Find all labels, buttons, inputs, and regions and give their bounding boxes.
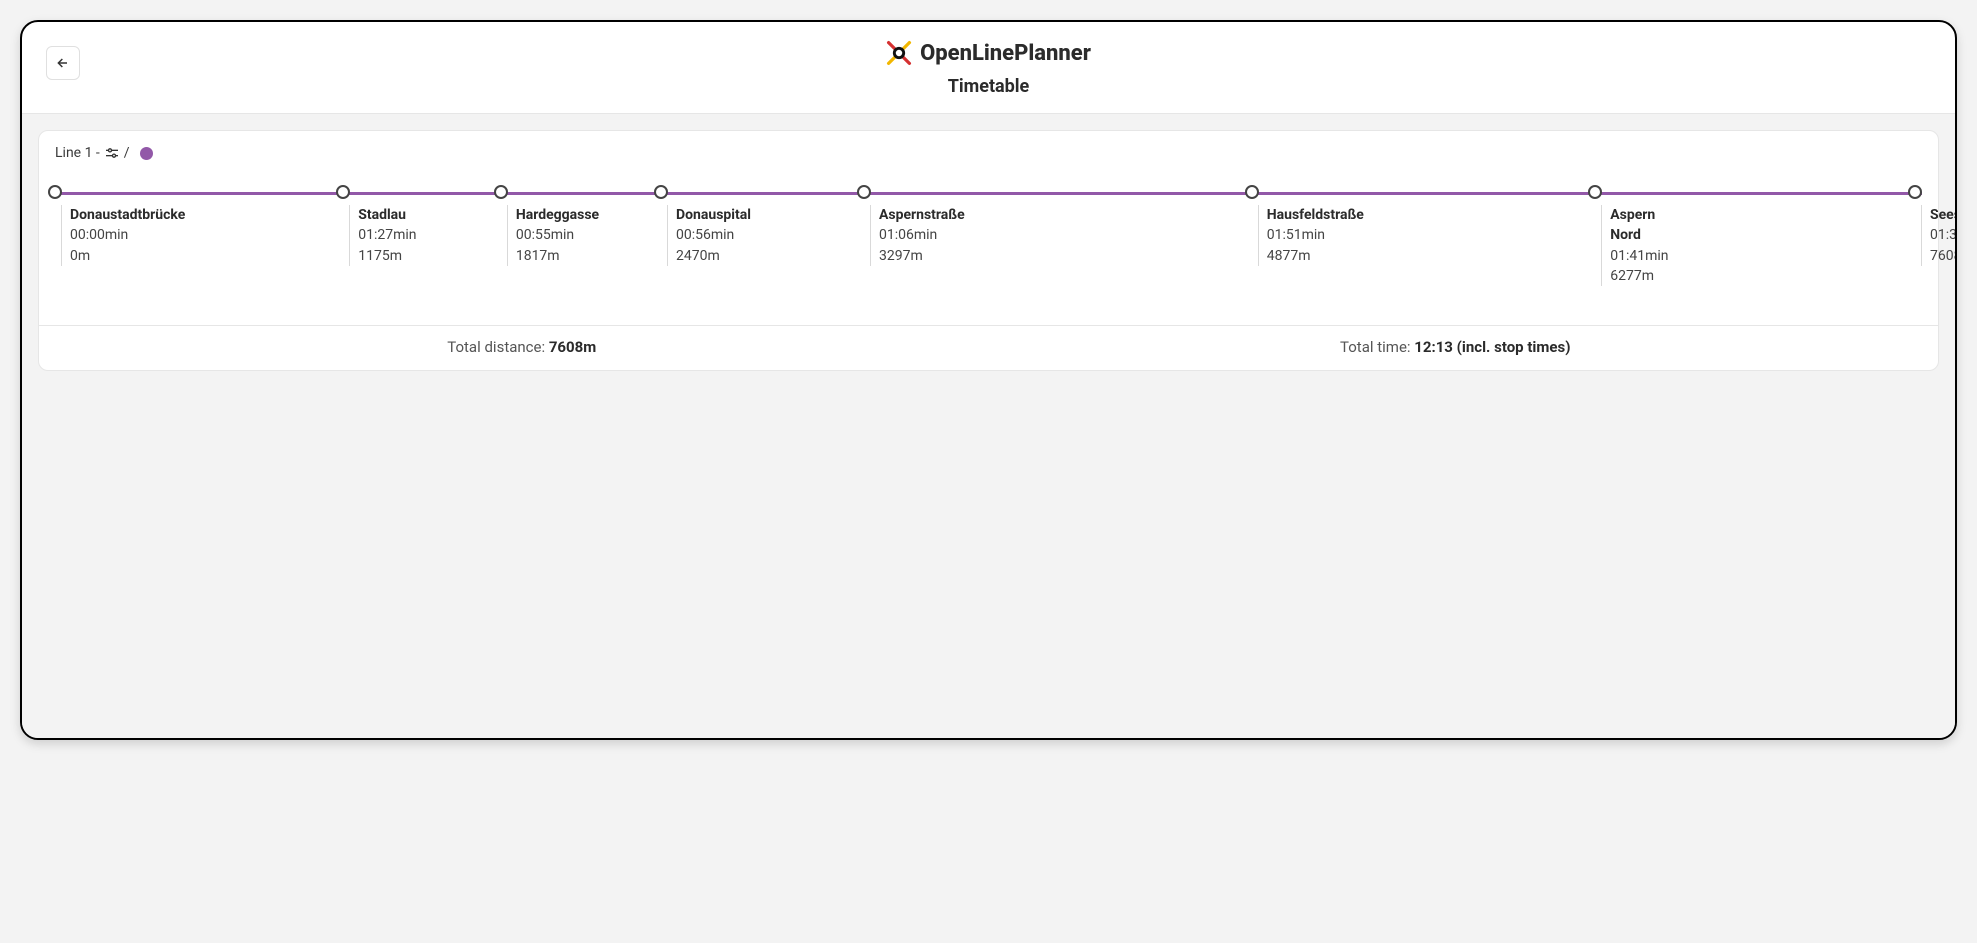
stop-distance: 6277m [1610,266,1668,286]
app-logo-icon [886,40,912,66]
stop-marker[interactable] [494,185,508,199]
stop-marker[interactable] [48,185,62,199]
app-window: OpenLinePlanner Timetable Line 1 - / Don… [20,20,1957,740]
stop: Donauspital00:56min2470m [661,185,668,199]
stop-meta: Stadlau01:27min1175m [349,205,416,266]
content-area: Line 1 - / Donaustadtbrücke00:00min0m Sta… [22,114,1955,738]
stop-meta: Hausfeldstraße01:51min4877m [1258,205,1364,266]
arrow-left-icon [55,55,71,71]
total-distance-label: Total distance: [447,338,549,356]
total-distance-value: 7608m [549,338,596,356]
stop-distance: 1175m [358,246,416,266]
stop-time: 01:51min [1267,225,1364,245]
stop-name: Stadlau [358,205,416,225]
stop-meta: Donauspital00:56min2470m [667,205,751,266]
stop-marker[interactable] [1908,185,1922,199]
stop-distance: 1817m [516,246,599,266]
stop-distance: 4877m [1267,246,1364,266]
sliders-icon[interactable] [104,145,120,161]
stop-time: 00:56min [676,225,751,245]
stop-time: 01:06min [879,225,965,245]
stop: Stadlau01:27min1175m [343,185,350,199]
stop-time: 01:37min [1930,225,1957,245]
stop-time: 01:41min [1610,246,1668,266]
stop-distance: 3297m [879,246,965,266]
back-button[interactable] [46,46,80,80]
total-time-label: Total time: [1340,338,1414,356]
line-name: Line 1 - [55,145,100,161]
stop-name: Seestadt [1930,205,1957,225]
stop: Aspernstraße01:06min3297m [864,185,871,199]
stop-meta: Seestadt01:37min7608m [1921,205,1957,266]
page-subtitle: Timetable [46,76,1931,97]
timeline: Donaustadtbrücke00:00min0m Stadlau01:27mi… [55,185,1922,295]
stop-marker[interactable] [1588,185,1602,199]
card-footer: Total distance: 7608m Total time: 12:13 … [39,325,1938,370]
line-card: Line 1 - / Donaustadtbrücke00:00min0m Sta… [38,130,1939,371]
stop: Donaustadtbrücke00:00min0m [55,185,62,199]
stop-name: Donauspital [676,205,751,225]
stop-marker[interactable] [654,185,668,199]
app-title: OpenLinePlanner [920,41,1091,66]
line-color-dot [140,147,153,160]
stop: Hausfeldstraße01:51min4877m [1252,185,1259,199]
stop-time: 00:55min [516,225,599,245]
stop: Seestadt01:37min7608m [1915,185,1922,199]
timeline-track [55,192,1922,195]
stop: Hardeggasse00:55min1817m [501,185,508,199]
stop-meta: Aspernstraße01:06min3297m [870,205,965,266]
header: OpenLinePlanner Timetable [22,22,1955,114]
stop-distance: 0m [70,246,185,266]
stop-meta: Aspern Nord01:41min6277m [1601,205,1668,286]
stop-time: 01:27min [358,225,416,245]
stop-meta: Donaustadtbrücke00:00min0m [61,205,185,266]
total-time-value: 12:13 (incl. stop times) [1414,338,1570,356]
stop-name: Hardeggasse [516,205,599,225]
line-header: Line 1 - / [55,145,1922,161]
stop-time: 00:00min [70,225,185,245]
title-block: OpenLinePlanner Timetable [46,40,1931,97]
stop-name: Aspernstraße [879,205,965,225]
stop-meta: Hardeggasse00:55min1817m [507,205,599,266]
stop-marker[interactable] [336,185,350,199]
stop-marker[interactable] [1245,185,1259,199]
total-time: Total time: 12:13 (incl. stop times) [989,338,1923,356]
stop-distance: 2470m [676,246,751,266]
stop-name: Donaustadtbrücke [70,205,185,225]
stop-name: Aspern Nord [1610,205,1668,246]
stop-name: Hausfeldstraße [1267,205,1364,225]
total-distance: Total distance: 7608m [55,338,989,356]
stop-distance: 7608m [1930,246,1957,266]
stop-marker[interactable] [857,185,871,199]
line-sep: / [124,145,130,161]
stop: Aspern Nord01:41min6277m [1595,185,1602,199]
app-title-row: OpenLinePlanner [886,40,1091,66]
